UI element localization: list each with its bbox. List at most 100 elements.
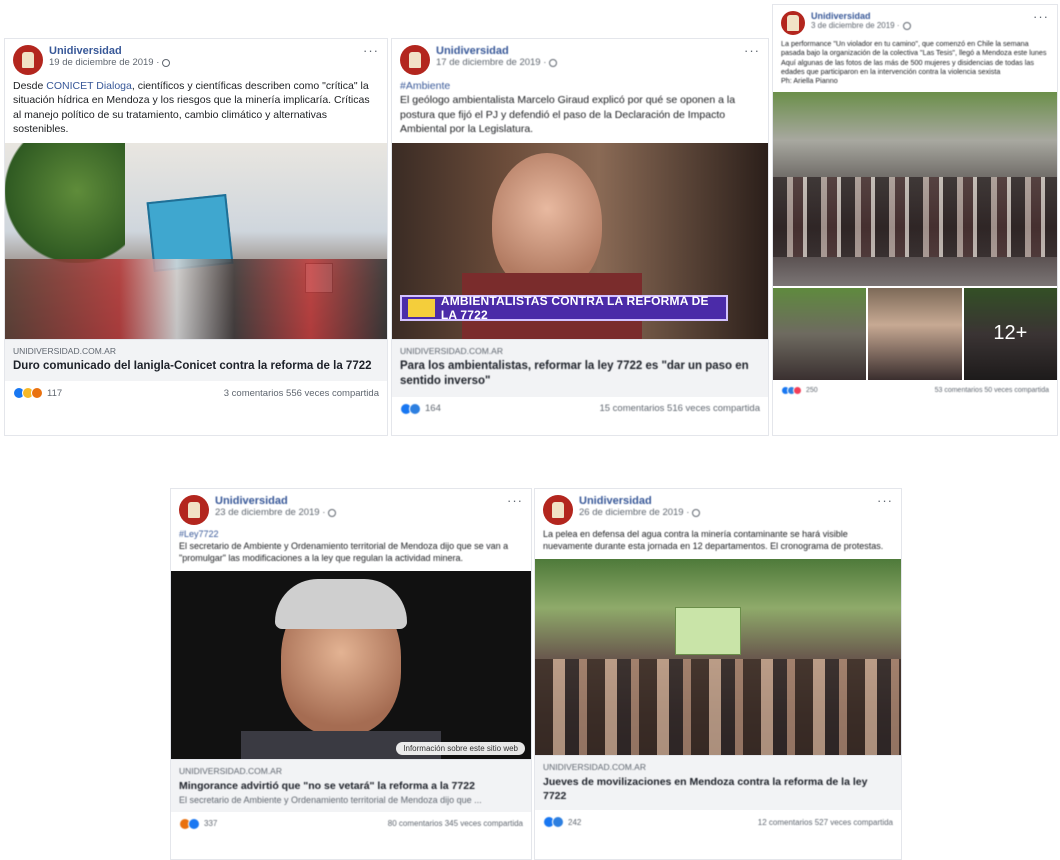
post-stats: 164 15 comentarios 516 veces compartida bbox=[392, 397, 768, 421]
video-title-band: AMBIENTALISTAS CONTRA LA REFORMA DE LA 7… bbox=[400, 293, 728, 322]
post-header: Unidiversidad 17 de diciembre de 2019 · … bbox=[392, 39, 768, 79]
reactions[interactable]: 117 bbox=[13, 387, 63, 400]
post-image-thumb[interactable]: 12+ bbox=[963, 287, 1057, 380]
link-preview[interactable]: UNIDIVERSIDAD.COM.AR Jueves de movilizac… bbox=[535, 754, 901, 811]
reaction-count: 242 bbox=[568, 817, 582, 827]
reactions[interactable]: 164 bbox=[400, 402, 441, 415]
share-count[interactable]: 345 veces compartida bbox=[445, 819, 523, 828]
more-icon[interactable]: ··· bbox=[877, 493, 893, 508]
reactions[interactable]: 242 bbox=[543, 816, 582, 829]
post-card-2: Unidiversidad 17 de diciembre de 2019 · … bbox=[391, 38, 769, 436]
share-count[interactable]: 527 veces compartida bbox=[815, 818, 893, 827]
post-image[interactable]: AMBIENTALISTAS CONTRA LA REFORMA DE LA 7… bbox=[392, 142, 768, 339]
post-image-main[interactable] bbox=[773, 91, 1057, 286]
reaction-count: 164 bbox=[425, 403, 441, 415]
share-count[interactable]: 50 veces compartida bbox=[984, 387, 1049, 394]
post-stats: 337 80 comentarios 345 veces compartida bbox=[171, 812, 531, 836]
link-headline[interactable]: Jueves de movilizaciones en Mendoza cont… bbox=[543, 775, 893, 803]
post-header: Unidiversidad 23 de diciembre de 2019 · … bbox=[171, 489, 531, 529]
page-name[interactable]: Unidiversidad bbox=[811, 11, 911, 21]
reaction-count: 337 bbox=[204, 819, 218, 829]
comment-count[interactable]: 15 comentarios bbox=[599, 403, 664, 414]
hashtag[interactable]: #Ley7722 bbox=[179, 529, 523, 541]
like-reaction bbox=[409, 402, 421, 415]
post-header: Unidiversidad 3 de diciembre de 2019 · ·… bbox=[773, 5, 1057, 39]
more-icon[interactable]: ··· bbox=[507, 493, 523, 508]
more-icon[interactable]: ··· bbox=[1033, 9, 1049, 24]
post-image[interactable]: Información sobre este sitio web bbox=[171, 570, 531, 759]
reactions[interactable]: 250 bbox=[781, 385, 818, 395]
globe-icon bbox=[902, 21, 911, 30]
comment-count[interactable]: 80 comentarios bbox=[388, 819, 443, 828]
globe-icon bbox=[162, 59, 171, 68]
page-name[interactable]: Unidiversidad bbox=[579, 495, 700, 508]
comment-count[interactable]: 12 comentarios bbox=[758, 818, 813, 827]
page-name[interactable]: Unidiversidad bbox=[215, 495, 336, 508]
post-card-1: Unidiversidad 19 de diciembre de 2019 · … bbox=[4, 38, 388, 436]
post-image[interactable] bbox=[5, 142, 387, 339]
share-count[interactable]: 516 veces compartida bbox=[667, 403, 760, 414]
channel-logo bbox=[408, 298, 435, 317]
reaction-count: 117 bbox=[47, 387, 63, 399]
avatar[interactable] bbox=[781, 11, 805, 35]
globe-icon bbox=[328, 509, 337, 518]
reaction-count: 250 bbox=[806, 386, 818, 394]
post-image[interactable] bbox=[535, 558, 901, 755]
text-link[interactable]: CONICET Dialoga bbox=[46, 80, 132, 92]
post-header: Unidiversidad 26 de diciembre de 2019 · … bbox=[535, 489, 901, 529]
angry-reaction bbox=[31, 387, 43, 400]
avatar[interactable] bbox=[179, 495, 209, 525]
post-text: La performance "Un violador en tu camino… bbox=[781, 39, 1047, 86]
link-description: El secretario de Ambiente y Ordenamiento… bbox=[179, 794, 482, 805]
avatar[interactable] bbox=[400, 45, 430, 75]
comment-count[interactable]: 3 comentarios bbox=[224, 388, 284, 399]
love-reaction bbox=[793, 385, 802, 395]
post-header: Unidiversidad 19 de diciembre de 2019 · … bbox=[5, 39, 387, 79]
page-name[interactable]: Unidiversidad bbox=[49, 45, 170, 58]
avatar[interactable] bbox=[543, 495, 573, 525]
share-count[interactable]: 556 veces compartida bbox=[286, 388, 379, 399]
post-text: La pelea en defensa del agua contra la m… bbox=[543, 529, 884, 551]
post-text: #Ambiente El geólogo ambientalista Marce… bbox=[392, 79, 768, 143]
post-text: Desde CONICET Dialoga, científicos y cie… bbox=[13, 80, 370, 136]
post-image-thumb[interactable] bbox=[868, 287, 962, 380]
avatar[interactable] bbox=[13, 45, 43, 75]
page-name[interactable]: Unidiversidad bbox=[436, 45, 557, 58]
post-date[interactable]: 23 de diciembre de 2019 · bbox=[215, 507, 337, 519]
more-photos[interactable]: 12+ bbox=[963, 287, 1057, 380]
link-preview[interactable]: UNIDIVERSIDAD.COM.AR Mingorance advirtió… bbox=[171, 758, 531, 812]
post-date[interactable]: 26 de diciembre de 2019 · bbox=[579, 507, 701, 519]
hashtag[interactable]: #Ambiente bbox=[400, 79, 760, 93]
post-text: #Ley7722 El secretario de Ambiente y Ord… bbox=[171, 529, 531, 571]
comment-count[interactable]: 53 comentarios bbox=[935, 387, 983, 394]
link-domain: UNIDIVERSIDAD.COM.AR bbox=[179, 765, 282, 776]
like-reaction bbox=[552, 816, 564, 829]
link-domain: UNIDIVERSIDAD.COM.AR bbox=[13, 345, 116, 356]
more-icon[interactable]: ··· bbox=[363, 43, 379, 58]
globe-icon bbox=[692, 509, 701, 518]
photo-grid: 12+ bbox=[773, 287, 1057, 380]
link-headline[interactable]: Mingorance advirtió que "no se vetará" l… bbox=[179, 779, 523, 793]
like-reaction bbox=[188, 817, 200, 830]
link-preview[interactable]: UNIDIVERSIDAD.COM.AR Para los ambientali… bbox=[392, 338, 768, 397]
post-card-3: Unidiversidad 3 de diciembre de 2019 · ·… bbox=[772, 4, 1058, 436]
site-info-pill[interactable]: Información sobre este sitio web bbox=[396, 741, 525, 755]
post-card-5: Unidiversidad 26 de diciembre de 2019 · … bbox=[534, 488, 902, 860]
reactions[interactable]: 337 bbox=[179, 817, 218, 830]
link-domain: UNIDIVERSIDAD.COM.AR bbox=[543, 761, 646, 772]
post-date[interactable]: 17 de diciembre de 2019 · bbox=[436, 57, 558, 69]
post-date[interactable]: 3 de diciembre de 2019 · bbox=[811, 21, 911, 30]
post-image-thumb[interactable] bbox=[773, 287, 867, 380]
post-stats: 250 53 comentarios 50 veces compartida bbox=[773, 380, 1057, 401]
post-stats: 117 3 comentarios 556 veces compartida bbox=[5, 381, 387, 405]
link-headline[interactable]: Duro comunicado del Ianigla-Conicet cont… bbox=[13, 359, 379, 375]
post-date[interactable]: 19 de diciembre de 2019 · bbox=[49, 57, 171, 69]
link-domain: UNIDIVERSIDAD.COM.AR bbox=[400, 345, 503, 356]
link-headline[interactable]: Para los ambientalistas, reformar la ley… bbox=[400, 359, 760, 390]
more-icon[interactable]: ··· bbox=[744, 43, 760, 58]
video-title: AMBIENTALISTAS CONTRA LA REFORMA DE LA 7… bbox=[440, 293, 709, 322]
post-stats: 242 12 comentarios 527 veces compartida bbox=[535, 810, 901, 834]
photo-credit: Ph: Ariella Pianno bbox=[781, 76, 838, 86]
link-preview[interactable]: UNIDIVERSIDAD.COM.AR Duro comunicado del… bbox=[5, 338, 387, 382]
globe-icon bbox=[549, 59, 558, 68]
